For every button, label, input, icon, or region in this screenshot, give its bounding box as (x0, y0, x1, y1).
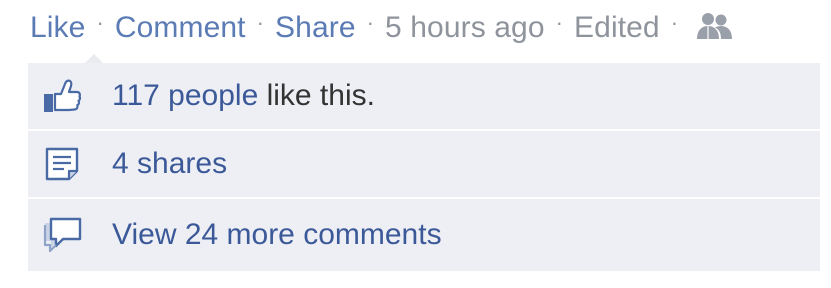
panel-notch (85, 54, 103, 63)
separator-dot: · (366, 10, 375, 35)
thumbs-up-icon (42, 76, 82, 116)
share-document-icon (42, 144, 82, 184)
shares-row: 4 shares (28, 131, 820, 199)
separator-dot: · (670, 10, 679, 35)
separator-dot: · (96, 10, 104, 35)
shares-link[interactable]: 4 shares (112, 147, 227, 181)
likes-summary: 117 people like this. (112, 79, 375, 113)
post-action-bar: Like · Comment · Share · 5 hours ago · E… (30, 8, 735, 48)
like-link[interactable]: Like (30, 11, 85, 45)
comment-bubble-icon (42, 215, 82, 255)
share-link[interactable]: Share (275, 11, 356, 45)
feedback-panel: 117 people like this. 4 shares View 24 m… (28, 54, 820, 271)
edited-link[interactable]: Edited (574, 11, 660, 45)
likes-row: 117 people like this. (28, 63, 820, 131)
comment-link[interactable]: Comment (115, 11, 246, 45)
likes-count-link[interactable]: 117 people (112, 79, 258, 112)
comments-row: View 24 more comments (28, 199, 820, 271)
friends-icon[interactable] (695, 11, 735, 43)
separator-dot: · (256, 10, 265, 35)
view-more-comments-link[interactable]: View 24 more comments (112, 218, 442, 252)
separator-dot: · (555, 10, 564, 35)
likes-suffix: like this. (258, 79, 375, 112)
post-timestamp[interactable]: 5 hours ago (385, 11, 545, 45)
